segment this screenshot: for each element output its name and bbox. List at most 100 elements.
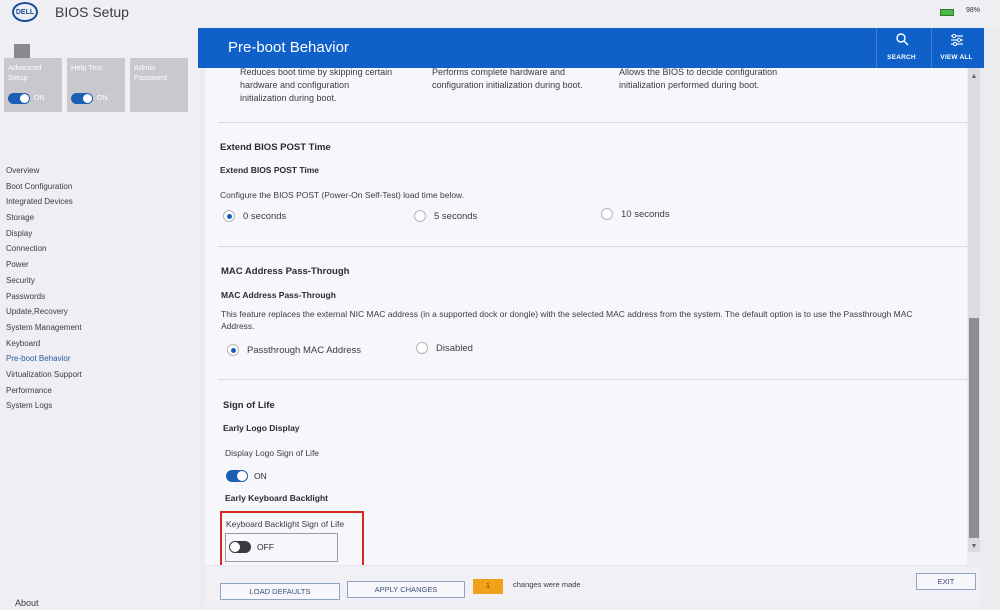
radio-unselected-icon xyxy=(416,342,428,354)
description-line: initialization performed during boot. xyxy=(619,80,760,90)
changes-count-badge: 1 xyxy=(473,579,503,594)
sidebar-item-pre-boot-behavior[interactable]: Pre-boot Behavior xyxy=(6,351,82,367)
prev-option-description-1: Reduces boot time by skipping certain ha… xyxy=(240,68,392,105)
radio-label: Passthrough MAC Address xyxy=(247,344,362,356)
title-bar: DELL BIOS Setup 98% xyxy=(0,0,1000,26)
description-line: Address. xyxy=(221,321,255,331)
sidebar-item-boot-configuration[interactable]: Boot Configuration xyxy=(6,179,82,195)
description-line: hardware and configuration xyxy=(240,80,350,90)
early-logo-label: Display Logo Sign of Life xyxy=(225,448,320,458)
sidebar-item-system-management[interactable]: System Management xyxy=(6,320,82,336)
toggle-state: OFF xyxy=(257,542,274,552)
radio-label: 0 seconds xyxy=(243,210,287,222)
sidebar-item-passwords[interactable]: Passwords xyxy=(6,289,82,305)
sidebar-item-storage[interactable]: Storage xyxy=(6,210,82,226)
sidebar-item-virtualization-support[interactable]: Virtualization Support xyxy=(6,367,82,383)
radio-selected-icon xyxy=(227,344,239,356)
toggle-switch-icon xyxy=(71,93,93,104)
radio-label: 10 seconds xyxy=(621,208,670,220)
advanced-setup-tile[interactable]: Advanced Setup ON xyxy=(4,44,62,112)
scroll-down-icon[interactable]: ▼ xyxy=(968,542,980,552)
toggle-switch-icon xyxy=(229,541,251,553)
sidebar-item-connection[interactable]: Connection xyxy=(6,241,82,257)
search-button[interactable]: SEARCH xyxy=(876,28,926,68)
page-header: Pre-boot Behavior SEARCH VIEW ALL xyxy=(198,28,984,68)
sidebar-item-system-logs[interactable]: System Logs xyxy=(6,398,82,414)
sidebar-item-about[interactable]: About xyxy=(15,598,39,608)
early-logo-title: Early Logo Display xyxy=(223,423,300,433)
prev-option-description-3: Allows the BIOS to decide configuration … xyxy=(619,68,777,92)
radio-passthrough-mac[interactable]: Passthrough MAC Address xyxy=(227,344,361,356)
sidebar-item-display[interactable]: Display xyxy=(6,226,82,242)
mac-passthrough-description: This feature replaces the external NIC M… xyxy=(221,308,966,332)
advanced-setup-label: Advanced Setup xyxy=(8,63,42,82)
radio-mac-disabled[interactable]: Disabled xyxy=(416,342,473,354)
changes-status-text: changes were made xyxy=(513,580,581,589)
scroll-thumb[interactable] xyxy=(969,318,979,538)
description-line: Reduces boot time by skipping certain xyxy=(240,68,393,77)
sidebar-item-update-recovery[interactable]: Update,Recovery xyxy=(6,304,82,320)
extend-post-subtitle: Extend BIOS POST Time xyxy=(220,165,320,175)
sidebar-item-performance[interactable]: Performance xyxy=(6,383,82,399)
radio-10-seconds[interactable]: 10 seconds xyxy=(601,208,670,220)
sidebar-item-power[interactable]: Power xyxy=(6,257,82,273)
tile-marker-icon xyxy=(14,44,30,58)
view-all-button[interactable]: VIEW ALL xyxy=(931,28,981,68)
dell-logo: DELL xyxy=(12,2,38,22)
radio-5-seconds[interactable]: 5 seconds xyxy=(414,210,477,222)
toggle-switch-icon xyxy=(226,470,248,482)
search-label: SEARCH xyxy=(887,54,916,61)
app-title: BIOS Setup xyxy=(55,4,129,20)
toggle-state: ON xyxy=(97,94,108,102)
battery-icon xyxy=(940,9,954,16)
admin-password-label: Admin Password xyxy=(134,63,167,82)
advanced-setup-toggle[interactable]: ON xyxy=(8,93,45,104)
radio-selected-icon xyxy=(223,210,235,222)
sign-of-life-title: Sign of Life xyxy=(223,400,275,411)
search-icon xyxy=(894,32,910,48)
toggle-state: ON xyxy=(34,94,45,102)
description-line: initialization during boot. xyxy=(240,93,337,103)
display-logo-toggle[interactable]: ON xyxy=(226,470,267,482)
apply-changes-button[interactable]: APPLY CHANGES xyxy=(347,581,465,598)
mac-passthrough-title: MAC Address Pass-Through xyxy=(221,266,350,277)
description-line: Allows the BIOS to decide configuration xyxy=(619,68,778,77)
description-line: This feature replaces the external NIC M… xyxy=(221,309,913,319)
section-divider xyxy=(218,379,967,380)
mac-passthrough-subtitle: MAC Address Pass-Through xyxy=(221,290,336,300)
description-line: Performs complete hardware and xyxy=(432,68,566,77)
load-defaults-button[interactable]: LOAD DEFAULTS xyxy=(220,583,340,600)
help-text-label: Help Text xyxy=(71,63,103,72)
battery-level: 98% xyxy=(965,7,980,14)
section-divider xyxy=(218,122,967,123)
sidebar-item-overview[interactable]: Overview xyxy=(6,163,82,179)
radio-label: Disabled xyxy=(436,342,473,354)
keyboard-backlight-toggle[interactable]: OFF xyxy=(229,541,274,553)
sidebar: Advanced Setup ON Help Text ON Admin Pas… xyxy=(0,26,200,610)
page-title: Pre-boot Behavior xyxy=(228,39,349,56)
extend-post-description: Configure the BIOS POST (Power-On Self-T… xyxy=(220,190,465,200)
exit-button[interactable]: EXIT xyxy=(916,573,976,590)
keyboard-backlight-label: Keyboard Backlight Sign of Life xyxy=(226,519,345,529)
admin-password-tile[interactable]: Admin Password xyxy=(130,58,188,112)
help-text-toggle[interactable]: ON xyxy=(71,93,108,104)
content-scrollbar[interactable]: ▲ ▼ xyxy=(968,68,980,552)
sidebar-item-integrated-devices[interactable]: Integrated Devices xyxy=(6,194,82,210)
early-keyboard-backlight-title: Early Keyboard Backlight xyxy=(225,493,328,503)
bottom-action-bar: LOAD DEFAULTS APPLY CHANGES 1 changes we… xyxy=(205,567,980,607)
sidebar-item-security[interactable]: Security xyxy=(6,273,82,289)
view-all-label: VIEW ALL xyxy=(940,54,973,61)
sidebar-item-keyboard[interactable]: Keyboard xyxy=(6,336,82,352)
scroll-up-icon[interactable]: ▲ xyxy=(968,72,980,82)
toggle-switch-icon xyxy=(8,93,30,104)
sliders-icon xyxy=(949,32,965,48)
help-text-tile[interactable]: Help Text ON xyxy=(67,58,125,112)
sidebar-nav: Overview Boot Configuration Integrated D… xyxy=(6,163,82,414)
settings-content: Reduces boot time by skipping certain ha… xyxy=(205,68,967,565)
radio-0-seconds[interactable]: 0 seconds xyxy=(223,210,286,222)
prev-option-description-2: Performs complete hardware and configura… xyxy=(432,68,583,92)
description-line: configuration initialization during boot… xyxy=(432,80,583,90)
radio-unselected-icon xyxy=(414,210,426,222)
radio-unselected-icon xyxy=(601,208,613,220)
section-divider xyxy=(218,246,967,247)
